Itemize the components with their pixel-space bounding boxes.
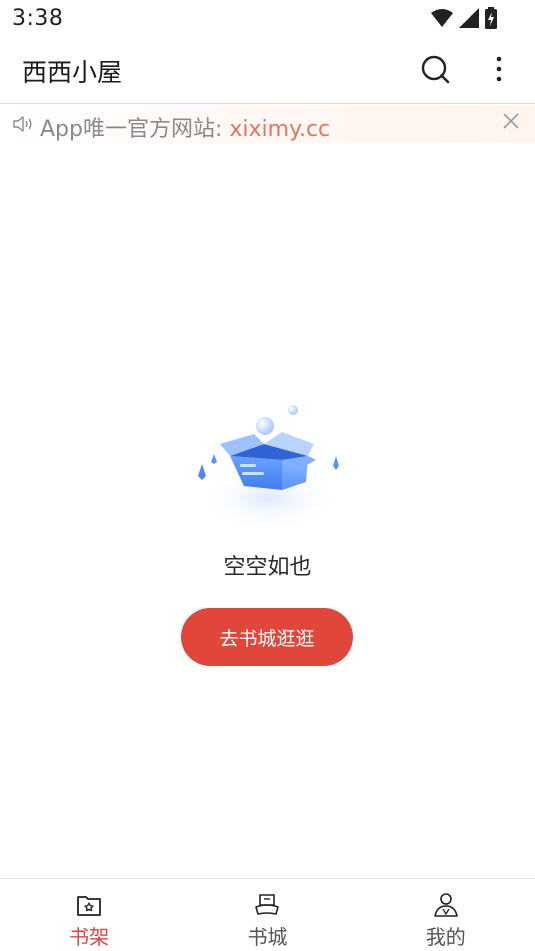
nav-label-bookshelf: 书架	[69, 925, 110, 949]
status-time: 3:38	[12, 6, 64, 31]
speaker-icon	[13, 116, 32, 132]
more-options-button[interactable]	[486, 52, 512, 86]
app-bar: 西西小屋	[0, 38, 535, 104]
battery-icon	[485, 7, 497, 29]
profile-icon	[434, 893, 458, 917]
bottom-nav: 书架 书城 我的	[0, 878, 535, 951]
more-vertical-icon	[496, 56, 502, 82]
nav-item-bookshelf[interactable]: 书架	[0, 879, 178, 951]
nav-label-bookstore: 书城	[247, 925, 288, 949]
signal-icon	[459, 8, 479, 28]
status-bar: 3:38	[0, 0, 535, 38]
notice-text: App唯一官方网站: xiximy.cc	[40, 111, 330, 143]
notice-prefix: App唯一官方网站:	[40, 117, 230, 142]
bookstore-icon	[255, 894, 280, 915]
nav-item-bookstore[interactable]: 书城	[178, 879, 356, 951]
empty-state-text: 空空如也	[223, 555, 312, 580]
notice-link[interactable]: xiximy.cc	[229, 117, 330, 142]
nav-label-profile: 我的	[425, 925, 466, 949]
close-icon[interactable]	[501, 111, 521, 131]
status-icons	[431, 7, 497, 29]
browse-bookstore-button[interactable]: 去书城逛逛	[181, 608, 353, 666]
search-button[interactable]	[418, 52, 452, 86]
nav-item-profile[interactable]: 我的	[357, 879, 535, 951]
notice-banner: App唯一官方网站: xiximy.cc	[0, 105, 535, 143]
bookshelf-icon	[77, 896, 102, 916]
app-title: 西西小屋	[22, 58, 123, 87]
empty-box-illustration	[197, 405, 341, 532]
wifi-icon	[431, 9, 453, 27]
search-icon	[421, 55, 450, 84]
